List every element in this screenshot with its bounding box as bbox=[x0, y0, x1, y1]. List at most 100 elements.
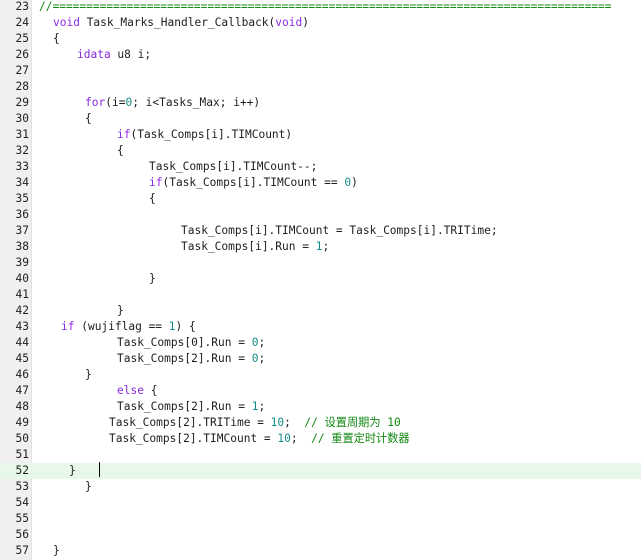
line-code[interactable]: Task_Comps[2].TIMCount = 10; // 重置定时计数器 bbox=[109, 431, 410, 447]
line-code[interactable]: //======================================… bbox=[39, 0, 612, 15]
line-number: 56 bbox=[15, 528, 29, 541]
line-number: 49 bbox=[15, 416, 29, 429]
code-line[interactable]: 44 Task_Comps[0].Run = 0; bbox=[0, 335, 641, 351]
code-line[interactable]: 49 Task_Comps[2].TRITime = 10; // 设置周期为 1… bbox=[0, 415, 641, 431]
line-code[interactable]: for(i=0; i<Tasks_Max; i++) bbox=[85, 95, 260, 111]
line-number: 29 bbox=[15, 96, 29, 109]
line-number: 48 bbox=[15, 400, 29, 413]
line-code[interactable]: } bbox=[53, 543, 60, 559]
line-code[interactable]: Task_Comps[i].TIMCount--; bbox=[149, 159, 317, 175]
line-code[interactable]: Task_Comps[i].Run = 1; bbox=[181, 239, 329, 255]
line-code[interactable]: } bbox=[85, 479, 92, 495]
code-line[interactable]: 46} bbox=[0, 367, 641, 383]
line-number: 37 bbox=[15, 224, 29, 237]
code-token: { bbox=[85, 112, 92, 125]
code-line[interactable]: 30 { bbox=[0, 111, 641, 127]
line-code[interactable]: } bbox=[149, 271, 156, 287]
code-token: ; bbox=[284, 416, 305, 429]
line-code[interactable]: Task_Comps[i].TIMCount = Task_Comps[i].T… bbox=[181, 223, 498, 239]
line-code[interactable]: else { bbox=[117, 383, 157, 399]
keyword-token: if bbox=[117, 128, 131, 141]
line-code[interactable]: idata u8 i; bbox=[77, 47, 151, 63]
line-number: 43 bbox=[15, 320, 29, 333]
code-line[interactable]: 56 bbox=[0, 527, 641, 543]
code-line[interactable]: 42} bbox=[0, 303, 641, 319]
code-line[interactable]: 45 Task_Comps[2].Run = 0; bbox=[0, 351, 641, 367]
code-line[interactable]: 29 for(i=0; i<Tasks_Max; i++) bbox=[0, 95, 641, 111]
comment-token: // 设置周期为 10 bbox=[304, 416, 401, 429]
keyword-token: if bbox=[61, 320, 75, 333]
line-code[interactable]: { bbox=[85, 111, 92, 127]
code-token: { bbox=[149, 192, 156, 205]
code-line[interactable]: 34 if(Task_Comps[i].TIMCount == 0) bbox=[0, 175, 641, 191]
code-line[interactable]: 38 Task_Comps[i].Run = 1; bbox=[0, 239, 641, 255]
line-code[interactable]: Task_Comps[2].TRITime = 10; // 设置周期为 10 bbox=[109, 415, 401, 431]
code-token: } bbox=[85, 480, 92, 493]
line-number: 32 bbox=[15, 144, 29, 157]
number-token: 10 bbox=[277, 432, 291, 445]
code-line[interactable]: 32 { bbox=[0, 143, 641, 159]
code-line[interactable]: 24 void Task_Marks_Handler_Callback(void) bbox=[0, 15, 641, 31]
code-line[interactable]: 28 bbox=[0, 79, 641, 95]
line-number: 27 bbox=[15, 64, 29, 77]
keyword-token: void bbox=[53, 16, 80, 29]
code-line[interactable]: 43 if (wujiflag == 1) { bbox=[0, 319, 641, 335]
code-line[interactable]: 40} bbox=[0, 271, 641, 287]
line-code[interactable]: if(Task_Comps[i].TIMCount == 0) bbox=[149, 175, 358, 191]
code-line[interactable]: 48 Task_Comps[2].Run = 1; bbox=[0, 399, 641, 415]
line-code[interactable]: Task_Comps[2].Run = 1; bbox=[117, 399, 265, 415]
code-token: ) bbox=[302, 16, 309, 29]
code-line[interactable]: 23 //====================================… bbox=[0, 0, 641, 15]
code-line[interactable]: 53} bbox=[0, 479, 641, 495]
code-line[interactable]: 26 idata u8 i; bbox=[0, 47, 641, 63]
line-number: 40 bbox=[15, 272, 29, 285]
code-line[interactable]: 25 { bbox=[0, 31, 641, 47]
code-line[interactable]: 41 bbox=[0, 287, 641, 303]
line-code[interactable]: if(Task_Comps[i].TIMCount) bbox=[117, 127, 292, 143]
code-token: ; bbox=[258, 336, 266, 349]
code-line[interactable]: 51 bbox=[0, 447, 641, 463]
code-line[interactable]: 47 else { bbox=[0, 383, 641, 399]
code-token: Task_Comps[i].Run = bbox=[181, 240, 316, 253]
line-code[interactable]: Task_Comps[2].Run = 0; bbox=[117, 351, 265, 367]
code-line[interactable]: 39 bbox=[0, 255, 641, 271]
code-line[interactable]: 31 if(Task_Comps[i].TIMCount) bbox=[0, 127, 641, 143]
code-token: Task_Comps[i].TIMCount = Task_Comps[i].T… bbox=[181, 224, 498, 237]
code-line[interactable]: 55 bbox=[0, 511, 641, 527]
code-token: ; i<Tasks_Max; i++) bbox=[132, 96, 261, 109]
line-code[interactable]: if (wujiflag == 1) { bbox=[61, 319, 196, 335]
line-number: 23 bbox=[15, 0, 29, 13]
code-line[interactable]: 35 { bbox=[0, 191, 641, 207]
line-number: 53 bbox=[15, 480, 29, 493]
code-line[interactable]: 37 Task_Comps[i].TIMCount = Task_Comps[i]… bbox=[0, 223, 641, 239]
line-code[interactable]: } bbox=[69, 463, 76, 479]
line-number: 50 bbox=[15, 432, 29, 445]
number-token: 1 bbox=[168, 320, 176, 333]
line-code[interactable]: { bbox=[53, 31, 60, 47]
line-number: 57 bbox=[15, 544, 29, 557]
line-code[interactable]: Task_Comps[0].Run = 0; bbox=[117, 335, 265, 351]
current-code-line[interactable]: 52} bbox=[0, 463, 641, 479]
code-line[interactable]: 27 bbox=[0, 63, 641, 79]
code-token: (Task_Comps[i].TIMCount == bbox=[162, 176, 345, 189]
line-code[interactable]: { bbox=[149, 191, 156, 207]
line-number: 35 bbox=[15, 192, 29, 205]
code-line[interactable]: 54 bbox=[0, 495, 641, 511]
code-line[interactable]: 33 Task_Comps[i].TIMCount--; bbox=[0, 159, 641, 175]
line-number: 28 bbox=[15, 80, 29, 93]
code-token: } bbox=[69, 464, 76, 477]
code-token: u8 i; bbox=[110, 48, 152, 61]
line-number: 45 bbox=[15, 352, 29, 365]
number-token: 10 bbox=[270, 416, 285, 429]
line-code[interactable]: void Task_Marks_Handler_Callback(void) bbox=[53, 15, 309, 31]
code-editor[interactable]: 23 //====================================… bbox=[0, 0, 641, 560]
line-code[interactable]: { bbox=[117, 143, 124, 159]
line-code[interactable]: } bbox=[117, 303, 124, 319]
line-code[interactable]: } bbox=[85, 367, 92, 383]
code-line[interactable]: 50 Task_Comps[2].TIMCount = 10; // 重置定时计数… bbox=[0, 431, 641, 447]
code-token: ; bbox=[258, 352, 266, 365]
code-line[interactable]: 57} bbox=[0, 543, 641, 559]
code-line[interactable]: 36 bbox=[0, 207, 641, 223]
code-token: { bbox=[143, 384, 158, 397]
code-token: } bbox=[85, 368, 92, 381]
